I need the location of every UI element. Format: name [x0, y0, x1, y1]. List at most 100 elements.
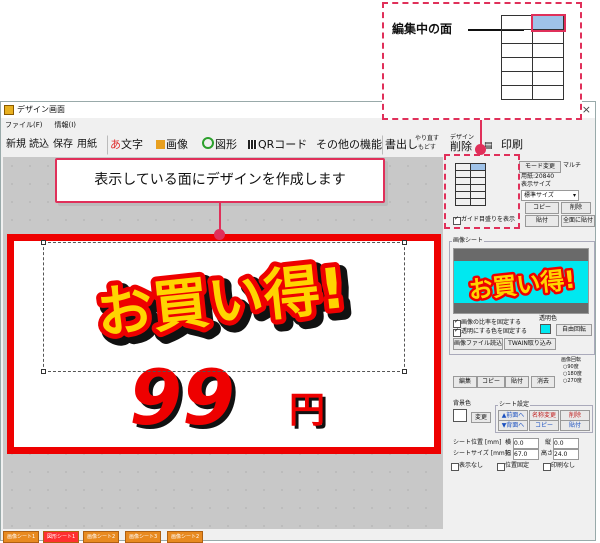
no-print-checkbox[interactable]	[543, 463, 551, 471]
lock-pos-checkbox[interactable]	[497, 463, 505, 471]
hide-checkbox[interactable]	[451, 463, 459, 471]
image-label: 画像	[166, 138, 188, 151]
paper-info: 用紙:20840	[521, 173, 555, 180]
other-functions-button[interactable]: その他の機能	[313, 135, 385, 155]
text-a-icon: あ	[110, 138, 121, 151]
sheet-tab[interactable]: 画像シート2	[83, 531, 120, 543]
selection-box[interactable]	[41, 240, 407, 374]
resize-handle[interactable]	[41, 369, 46, 374]
menu-bar: ファイル(F) 情報(I)	[1, 119, 84, 131]
image-button[interactable]: 画像	[153, 135, 191, 155]
image-sheet-group: 画像シート お買い得! お買い得! ✓ 画像の比率を固定する ✓ 透明にする色を…	[449, 237, 595, 355]
transparent-checkbox[interactable]: ✓	[453, 327, 461, 337]
image-preview: お買い得! お買い得!	[453, 248, 589, 314]
rotate-270-option[interactable]: ○270度	[563, 377, 582, 385]
text-button[interactable]: あ文字	[107, 135, 146, 155]
callout-dot	[214, 229, 225, 240]
sheet-tab[interactable]: 画像シート1	[3, 531, 40, 543]
chevron-down-icon: ▾	[572, 192, 576, 199]
sheet-tab-active[interactable]: 図形シート1	[43, 531, 80, 543]
sheet-layout-large	[501, 13, 566, 100]
multi-label: マルチ	[563, 162, 582, 169]
edit-button[interactable]: 編集	[453, 376, 477, 388]
redo-button[interactable]: やり直す もどす	[413, 135, 441, 151]
mode-change-button[interactable]: モード変更	[519, 161, 561, 173]
keep-ratio-label: 画像の比率を固定する	[461, 319, 522, 326]
display-size-select[interactable]: 標準サイズ ▾	[521, 190, 579, 201]
bg-color-label: 背景色	[453, 400, 472, 407]
free-rotate-button[interactable]: 自由回転	[556, 324, 592, 336]
callout-text: 表示している面にデザインを作成します	[94, 172, 346, 188]
to-back-button[interactable]: ▼背面へ	[498, 420, 528, 431]
image-paste-button[interactable]: 貼付	[505, 376, 529, 388]
canvas-area[interactable]: お買い得! お買い得! お買い得! 99 99 円 円	[3, 157, 443, 529]
circle-icon	[202, 137, 214, 149]
x-input[interactable]: 0.0	[513, 438, 539, 449]
lock-pos-label: 位置固定	[505, 462, 530, 469]
close-icon[interactable]: ×	[582, 102, 591, 118]
sheet-copy-button[interactable]: コピー	[529, 420, 559, 431]
image-copy-button[interactable]: コピー	[477, 376, 505, 388]
resize-handle[interactable]	[402, 369, 407, 374]
paper-button[interactable]: 用紙	[74, 135, 100, 155]
text-label: 文字	[121, 138, 143, 151]
w-label: 幅	[505, 450, 512, 457]
y-input[interactable]: 0.0	[553, 438, 579, 449]
delete-design-button[interactable]: 削除	[447, 139, 475, 155]
menu-file[interactable]: ファイル(F)	[5, 121, 43, 129]
sheet-settings-group: シート設定 ▲前面へ ▼背面へ 名称変更 コピー 削除 貼付	[495, 401, 593, 433]
sheet-pos-label: シート位置 [mm]	[453, 439, 502, 446]
hide-label: 表示なし	[459, 462, 484, 469]
sheet-size-label: シートサイズ [mm]	[453, 450, 508, 457]
resize-handle[interactable]	[402, 240, 407, 245]
window-title: デザイン画面	[17, 105, 65, 114]
qr-label: QRコード	[258, 138, 308, 151]
w-input[interactable]: 67.0	[513, 449, 539, 460]
undo-label: もどす	[418, 144, 436, 151]
menu-info[interactable]: 情報(I)	[55, 121, 77, 129]
sheet-tab-bar: 画像シート1 図形シート1 画像シート2 画像シート3 画像シート2	[1, 531, 441, 543]
load-image-button[interactable]: 画像ファイル読込	[453, 338, 503, 350]
open-button[interactable]: 読込	[26, 135, 52, 155]
preview-text: お買い得!	[467, 265, 576, 304]
app-icon	[4, 105, 14, 115]
callout-connector	[219, 203, 221, 230]
qr-button[interactable]: QRコード	[245, 135, 310, 155]
no-print-label: 印刷なし	[551, 462, 576, 469]
sheet-tab[interactable]: 画像シート3	[125, 531, 162, 543]
twain-button[interactable]: TWAIN取り込み	[504, 338, 556, 350]
editing-face-label: 編集中の面	[392, 22, 453, 36]
save-button[interactable]: 保存	[50, 135, 76, 155]
transparent-color-swatch[interactable]	[540, 324, 551, 334]
sheet-paste-button[interactable]: 貼付	[560, 420, 590, 431]
mini-sheet-highlight	[444, 154, 520, 229]
y-label: 縦	[545, 439, 552, 446]
preview-artwork: お買い得! お買い得!	[465, 263, 579, 307]
sheet-settings-title: シート設定	[498, 401, 531, 409]
paste-all-button[interactable]: 全面に貼付	[561, 215, 595, 227]
qr-icon	[248, 140, 257, 149]
bg-color-swatch[interactable]	[453, 409, 467, 422]
toolbar: 新規 読込 保存 用紙 あ文字 画像 図形 QRコード その他の機能 書出し や…	[1, 133, 595, 155]
editing-face-popup: 編集中の面	[382, 2, 582, 120]
bg-change-button[interactable]: 変更	[471, 412, 491, 423]
display-size-label: 表示サイズ	[521, 181, 551, 188]
print-button[interactable]: 印刷	[498, 135, 526, 155]
copy-button[interactable]: コピー	[525, 202, 559, 214]
transparent-label: 透明にする色を固定する	[461, 328, 528, 335]
image-icon	[156, 140, 165, 149]
callout-box: 表示している面にデザインを作成します	[55, 158, 385, 203]
resize-handle[interactable]	[41, 240, 46, 245]
redo-label: やり直す	[414, 135, 439, 142]
display-size-value: 標準サイズ	[524, 192, 554, 199]
h-input[interactable]: 24.0	[553, 449, 579, 460]
erase-button[interactable]: 消去	[531, 376, 555, 388]
shape-button[interactable]: 図形	[199, 135, 240, 155]
transparent-color-label: 透明色	[539, 315, 558, 322]
x-label: 横	[505, 439, 512, 446]
delete-button[interactable]: 削除	[561, 202, 591, 214]
h-label: 高さ	[541, 450, 554, 457]
paste-button[interactable]: 貼付	[525, 215, 559, 227]
price-unit: 円	[289, 390, 325, 431]
sheet-tab[interactable]: 画像シート2	[167, 531, 204, 543]
